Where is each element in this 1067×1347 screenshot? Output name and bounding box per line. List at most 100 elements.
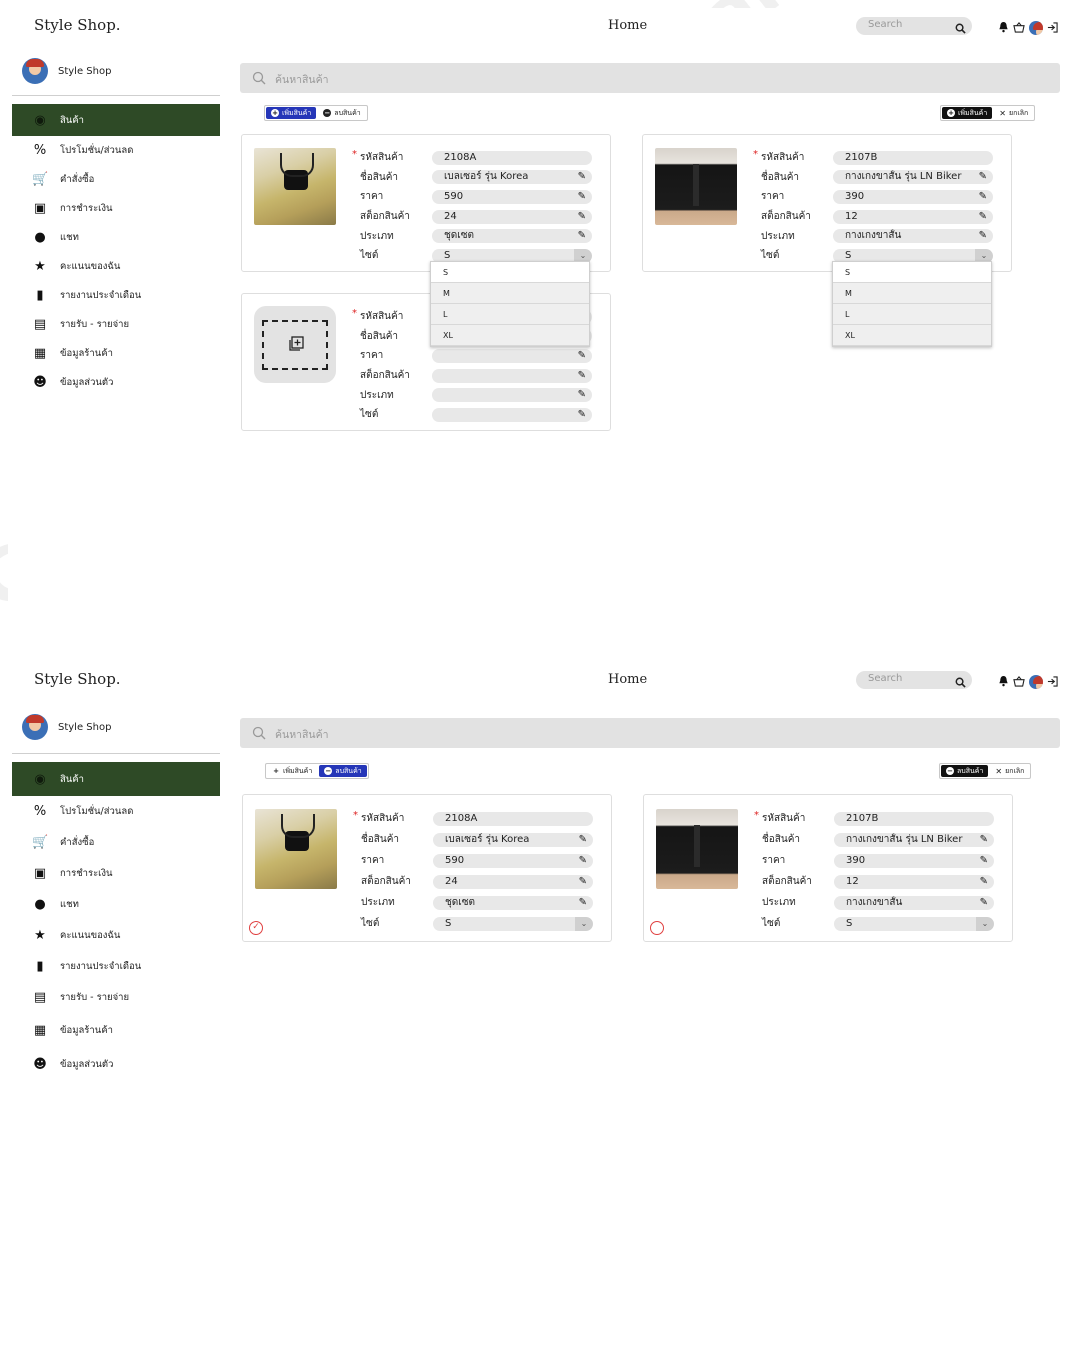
- home-link[interactable]: Home: [608, 672, 647, 687]
- add-mode-tab[interactable]: + เพิ่มสินค้า: [266, 107, 317, 119]
- pencil-icon[interactable]: ✎: [579, 875, 587, 889]
- pencil-icon[interactable]: ✎: [979, 210, 987, 224]
- bell-icon[interactable]: [998, 18, 1009, 37]
- category-field[interactable]: กางเกงขาสั้น ✎: [834, 895, 994, 910]
- sidebar-item-orders[interactable]: 🛒 คำสั่งซื้อ: [12, 827, 220, 858]
- cancel-button[interactable]: ✕ ยกเลิก: [990, 765, 1029, 777]
- product-photo[interactable]: [255, 809, 337, 889]
- product-photo[interactable]: [254, 148, 336, 225]
- size-option[interactable]: XL: [833, 325, 991, 346]
- delete-mode-tab[interactable]: − ลบสินค้า: [318, 107, 365, 119]
- pencil-icon[interactable]: ✎: [979, 190, 987, 204]
- image-upload-area[interactable]: [254, 306, 336, 383]
- pencil-icon[interactable]: ✎: [979, 170, 987, 184]
- sidebar-item-personal-info[interactable]: ☻ ข้อมูลส่วนตัว: [12, 368, 220, 397]
- profile[interactable]: Style Shop: [22, 58, 111, 84]
- sidebar-item-promotions[interactable]: % โปรโมชั่น/ส่วนลด: [12, 136, 220, 165]
- pencil-icon[interactable]: ✎: [579, 854, 587, 868]
- sidebar-item-monthly-report[interactable]: ▮ รายงานประจำเดือน: [12, 281, 220, 310]
- price-field[interactable]: ✎: [432, 348, 592, 363]
- size-option[interactable]: M: [431, 283, 589, 304]
- add-mode-tab[interactable]: + เพิ่มสินค้า: [267, 765, 317, 777]
- size-option[interactable]: L: [833, 304, 991, 325]
- pencil-icon[interactable]: ✎: [980, 854, 988, 868]
- code-field[interactable]: 2108A: [433, 811, 593, 826]
- category-field[interactable]: ชุดเซต ✎: [432, 229, 592, 244]
- stock-field[interactable]: 12 ✎: [833, 209, 993, 224]
- size-option[interactable]: L: [431, 304, 589, 325]
- code-field[interactable]: 2107B: [833, 150, 993, 165]
- sidebar-item-store-info[interactable]: ▦ ข้อมูลร้านค้า: [12, 1013, 220, 1047]
- sidebar-item-products[interactable]: ◉ สินค้า: [12, 762, 220, 796]
- size-select[interactable]: S ⌄: [433, 916, 593, 931]
- sidebar-item-monthly-report[interactable]: ▮ รายงานประจำเดือน: [12, 951, 220, 982]
- logout-icon[interactable]: [1047, 672, 1058, 691]
- sidebar-item-payment[interactable]: ▣ การชำระเงิน: [12, 194, 220, 223]
- chevron-down-icon[interactable]: ⌄: [575, 916, 593, 931]
- search-icon[interactable]: [955, 19, 966, 38]
- pencil-icon[interactable]: ✎: [578, 369, 586, 383]
- sidebar-item-payment[interactable]: ▣ การชำระเงิน: [12, 858, 220, 889]
- select-checkbox[interactable]: [650, 921, 664, 935]
- home-link[interactable]: Home: [608, 18, 647, 33]
- profile[interactable]: Style Shop: [22, 714, 111, 740]
- search-icon[interactable]: [955, 673, 966, 692]
- sidebar-item-promotions[interactable]: % โปรโมชั่น/ส่วนลด: [12, 796, 220, 827]
- pencil-icon[interactable]: ✎: [980, 833, 988, 847]
- stock-field[interactable]: 12 ✎: [834, 874, 994, 889]
- chevron-down-icon[interactable]: ⌄: [976, 916, 994, 931]
- basket-icon[interactable]: [1013, 18, 1025, 37]
- size-option[interactable]: S: [833, 262, 991, 283]
- pencil-icon[interactable]: ✎: [579, 833, 587, 847]
- pencil-icon[interactable]: ✎: [578, 190, 586, 204]
- stock-field[interactable]: ✎: [432, 368, 592, 383]
- pencil-icon[interactable]: ✎: [578, 170, 586, 184]
- pencil-icon[interactable]: ✎: [980, 896, 988, 910]
- sidebar-item-personal-info[interactable]: ☻ ข้อมูลส่วนตัว: [12, 1047, 220, 1081]
- price-field[interactable]: 390 ✎: [834, 853, 994, 868]
- sidebar-item-products[interactable]: ◉ สินค้า: [12, 104, 220, 136]
- name-field[interactable]: เบลเซอร์ รุ่น Korea ✎: [433, 832, 593, 847]
- delete-product-button[interactable]: − ลบสินค้า: [941, 765, 989, 777]
- pencil-icon[interactable]: ✎: [578, 229, 586, 243]
- stock-field[interactable]: 24 ✎: [432, 209, 592, 224]
- add-product-button[interactable]: + เพิ่มสินค้า: [942, 107, 993, 119]
- size-field[interactable]: ✎: [432, 407, 592, 422]
- top-search-input[interactable]: Search: [856, 17, 972, 35]
- category-field[interactable]: ชุดเซต ✎: [433, 895, 593, 910]
- bell-icon[interactable]: [998, 672, 1009, 691]
- name-field[interactable]: กางเกงขาสั้น รุ่น LN Biker ✎: [833, 170, 993, 185]
- price-field[interactable]: 390 ✎: [833, 189, 993, 204]
- category-field[interactable]: ✎: [432, 388, 592, 403]
- pencil-icon[interactable]: ✎: [578, 210, 586, 224]
- size-option[interactable]: XL: [431, 325, 589, 346]
- pencil-icon[interactable]: ✎: [980, 875, 988, 889]
- sidebar-item-ratings[interactable]: ★ คะแนนของฉัน: [12, 920, 220, 951]
- delete-mode-tab[interactable]: − ลบสินค้า: [319, 765, 367, 777]
- price-field[interactable]: 590 ✎: [432, 189, 592, 204]
- user-avatar-icon[interactable]: [1029, 674, 1043, 689]
- sidebar-item-chat[interactable]: ● แชท: [12, 889, 220, 920]
- pencil-icon[interactable]: ✎: [979, 229, 987, 243]
- product-photo[interactable]: [655, 148, 737, 225]
- cancel-button[interactable]: ✕ ยกเลิก: [994, 107, 1033, 119]
- name-field[interactable]: กางเกงขาสั้น รุ่น LN Biker ✎: [834, 832, 994, 847]
- logout-icon[interactable]: [1047, 18, 1058, 37]
- size-option[interactable]: M: [833, 283, 991, 304]
- product-search-input[interactable]: ค้นหาสินค้า: [240, 63, 1060, 93]
- pencil-icon[interactable]: ✎: [578, 349, 586, 363]
- user-avatar-icon[interactable]: [1029, 20, 1043, 35]
- code-field[interactable]: 2107B: [834, 811, 994, 826]
- sidebar-item-orders[interactable]: 🛒 คำสั่งซื้อ: [12, 165, 220, 194]
- sidebar-item-income-expense[interactable]: ▤ รายรับ - รายจ่าย: [12, 310, 220, 339]
- product-search-input[interactable]: ค้นหาสินค้า: [240, 718, 1060, 748]
- stock-field[interactable]: 24 ✎: [433, 874, 593, 889]
- price-field[interactable]: 590 ✎: [433, 853, 593, 868]
- top-search-input[interactable]: Search: [856, 671, 972, 689]
- sidebar-item-chat[interactable]: ● แชท: [12, 223, 220, 252]
- name-field[interactable]: เบลเซอร์ รุ่น Korea ✎: [432, 170, 592, 185]
- sidebar-item-ratings[interactable]: ★ คะแนนของฉัน: [12, 252, 220, 281]
- pencil-icon[interactable]: ✎: [578, 408, 586, 422]
- product-photo[interactable]: [656, 809, 738, 889]
- pencil-icon[interactable]: ✎: [578, 388, 586, 402]
